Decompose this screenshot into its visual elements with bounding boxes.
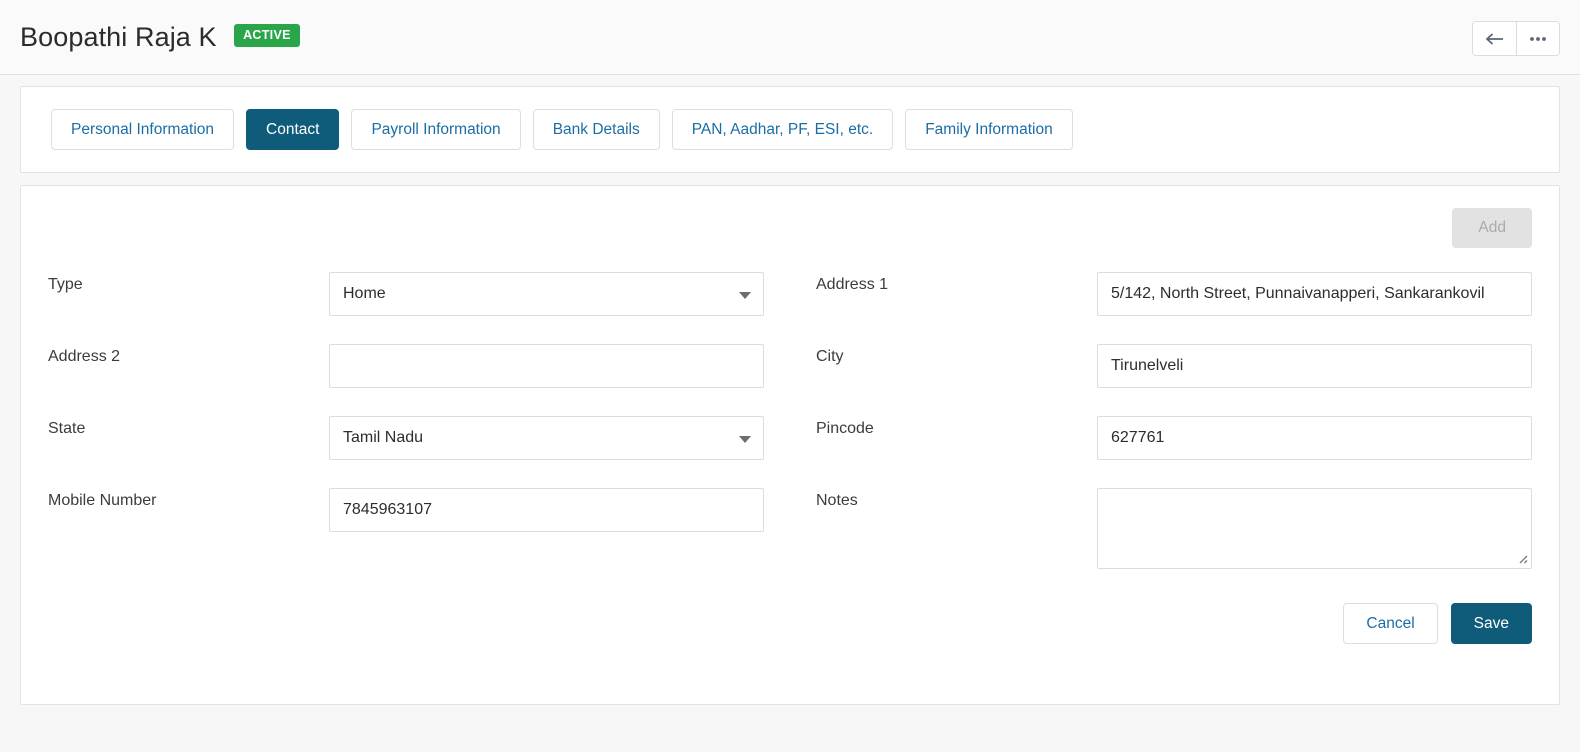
save-button[interactable]: Save — [1450, 603, 1532, 645]
field-state: State — [48, 416, 764, 461]
tab-personal-information[interactable]: Personal Information — [51, 109, 235, 151]
type-select[interactable] — [329, 272, 764, 317]
page-title-wrap: Boopathi Raja K ACTIVE — [20, 22, 300, 53]
field-mobile-number: Mobile Number — [48, 488, 764, 569]
field-type: Type — [48, 272, 764, 317]
field-city: City — [816, 344, 1532, 389]
notes-textarea[interactable] — [1097, 488, 1532, 570]
field-label-state: State — [48, 420, 86, 438]
address-1-wrap — [1097, 272, 1532, 317]
ellipsis-icon — [1527, 35, 1549, 43]
field-notes: Notes — [816, 488, 1532, 570]
field-label-address-2: Address 2 — [48, 348, 121, 366]
form-footer: Cancel Save — [48, 603, 1532, 645]
add-button-row: Add — [48, 208, 1532, 249]
field-label-address-1: Address 1 — [816, 276, 889, 294]
page-header: Boopathi Raja K ACTIVE — [0, 0, 1580, 75]
pincode-wrap — [1097, 416, 1532, 461]
field-label-pincode: Pincode — [816, 420, 874, 438]
state-select-wrap — [329, 416, 764, 461]
add-button[interactable]: Add — [1452, 208, 1532, 249]
tab-bank-details[interactable]: Bank Details — [532, 109, 660, 151]
city-input[interactable] — [1097, 344, 1532, 389]
cancel-button[interactable]: Cancel — [1343, 603, 1438, 645]
field-address-2: Address 2 — [48, 344, 764, 389]
field-label-notes: Notes — [816, 492, 858, 510]
more-options-button[interactable] — [1516, 22, 1559, 55]
address-2-input[interactable] — [329, 344, 764, 389]
pincode-input[interactable] — [1097, 416, 1532, 461]
city-wrap — [1097, 344, 1532, 389]
mobile-number-input[interactable] — [329, 488, 764, 533]
back-button[interactable] — [1473, 22, 1516, 55]
type-select-wrap — [329, 272, 764, 317]
arrow-left-icon — [1484, 30, 1506, 48]
address-1-input[interactable] — [1097, 272, 1532, 317]
field-address-1: Address 1 — [816, 272, 1532, 317]
status-badge: ACTIVE — [234, 23, 300, 47]
tab-contact[interactable]: Contact — [246, 109, 340, 151]
tab-family-information[interactable]: Family Information — [905, 109, 1073, 151]
address-2-wrap — [329, 344, 764, 389]
tabs-panel: Personal Information Contact Payroll Inf… — [20, 86, 1560, 174]
header-actions — [1472, 21, 1560, 56]
page-title: Boopathi Raja K — [20, 21, 217, 52]
field-label-type: Type — [48, 276, 83, 294]
tab-payroll-information[interactable]: Payroll Information — [351, 109, 521, 151]
mobile-number-wrap — [329, 488, 764, 533]
notes-wrap — [1097, 488, 1532, 570]
tab-bar: Personal Information Contact Payroll Inf… — [51, 109, 1529, 151]
contact-form-grid: Type Address 1 Address 2 City — [48, 272, 1532, 597]
field-label-city: City — [816, 348, 844, 366]
tab-pan-aadhar-pf-esi[interactable]: PAN, Aadhar, PF, ESI, etc. — [671, 109, 894, 151]
field-pincode: Pincode — [816, 416, 1532, 461]
field-label-mobile-number: Mobile Number — [48, 492, 157, 510]
contact-form-panel: Add Type Address 1 Address 2 City — [20, 185, 1560, 706]
state-select[interactable] — [329, 416, 764, 461]
